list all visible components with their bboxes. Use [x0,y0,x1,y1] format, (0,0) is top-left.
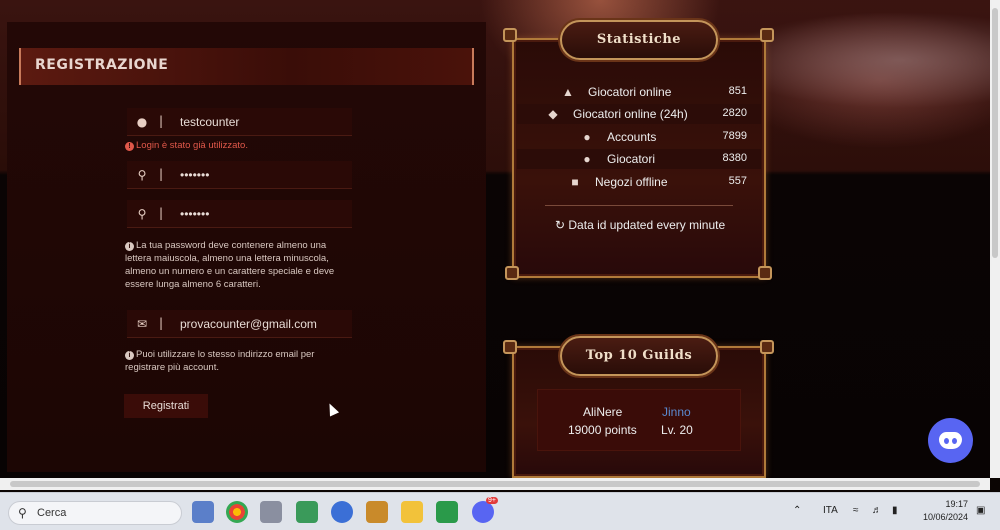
username-error: ! Login è stato già utilizzato. [125,140,248,151]
armor-icon: ▲ [562,85,574,99]
stat-value: 8380 [722,152,747,164]
password-info: i La tua password deve contenere almeno u… [125,239,355,291]
password-field[interactable]: ⚲ | ••••••• [127,161,352,189]
stats-title: Statistiche [560,20,718,60]
confirm-password-value[interactable]: ••••••• [180,207,209,221]
username-field[interactable]: ● | testcounter [127,108,352,136]
info-icon: i [125,242,134,251]
stat-row: ■ Negozi offline 557 [517,172,761,192]
scrollbar-thumb[interactable] [10,481,980,487]
confirm-password-field[interactable]: ⚲ | ••••••• [127,200,352,228]
stats-updated-text: Data id updated every minute [568,218,726,232]
registration-title: REGISTRAZIONE [35,57,169,73]
chevron-up-icon[interactable]: ⌃ [793,505,801,516]
shop-icon: ■ [571,175,579,189]
stat-row: ▲ Giocatori online 851 [517,82,761,102]
app-icon[interactable] [296,501,318,523]
app-icon[interactable] [436,501,458,523]
stat-value: 851 [728,85,747,97]
stat-label: Giocatori online [588,85,672,99]
guild-card[interactable] [537,389,741,451]
info-icon: i [125,351,134,360]
search-icon: ⚲ [18,506,27,520]
stat-row: ◆ Giocatori online (24h) 2820 [517,104,761,124]
users-icon: ● [583,130,591,144]
username-error-text: Login è stato già utilizzato. [136,140,248,151]
guild-name: AliNere [583,405,623,419]
stats-divider [545,205,733,206]
shield-icon: ◆ [548,107,558,121]
ornament-icon [758,266,772,280]
envelope-icon: ✉ [136,317,148,331]
users-icon: ● [583,152,591,166]
taskbar-search[interactable]: ⚲ Cerca [8,501,182,525]
wifi-icon[interactable]: ≈ [853,505,859,516]
guild-level: Lv. 20 [661,423,693,437]
taskbar: ⚲ Cerca 9+ ⌃ ITA ≈ ♬ ▮ 19:17 10/06/2024 … [0,492,1000,530]
email-info-text: Puoi utilizzare lo stesso indirizzo emai… [125,349,315,373]
clock[interactable]: 19:17 10/06/2024 [918,498,968,524]
search-placeholder: Cerca [37,507,67,519]
notification-icon[interactable]: ▣ [976,505,985,516]
scrollbar-thumb[interactable] [992,8,998,258]
password-info-text: La tua password deve contenere almeno un… [125,240,335,290]
error-icon: ! [125,142,134,151]
field-separator: | [159,167,164,181]
stat-label: Giocatori [607,152,656,166]
chrome-app-icon[interactable] [226,501,248,523]
refresh-icon: ↻ [555,218,569,232]
stat-value: 7899 [722,130,747,142]
horizontal-scrollbar[interactable] [0,478,990,490]
discord-eye [944,438,949,444]
discord-app-icon[interactable] [472,501,494,523]
guild-leader-link[interactable]: Jinno [662,405,691,419]
stat-value: 557 [728,175,747,187]
stat-value: 2820 [722,107,747,119]
email-info: i Puoi utilizzare lo stesso indirizzo ema… [125,348,355,374]
username-value[interactable]: testcounter [180,115,239,129]
stat-label: Negozi offline [595,175,668,189]
key-icon: ⚲ [137,207,147,221]
ornament-icon [760,340,774,354]
registration-header: REGISTRAZIONE [19,48,474,85]
ornament-icon [760,28,774,42]
stat-label: Accounts [607,130,657,144]
guild-points: 19000 points [568,423,637,437]
discord-icon [939,432,962,449]
app-icon[interactable] [331,501,353,523]
password-value[interactable]: ••••••• [180,168,209,182]
user-icon: ● [136,115,148,129]
stats-updated: ↻ Data id updated every minute [555,218,725,232]
volume-icon[interactable]: ♬ [872,505,882,516]
file-explorer-app-icon[interactable] [192,501,214,523]
email-field[interactable]: ✉ | provacounter@gmail.com [127,310,352,338]
vertical-scrollbar[interactable] [990,0,1000,478]
guilds-title: Top 10 Guilds [560,336,718,376]
field-separator: | [159,114,164,128]
stat-label: Giocatori online (24h) [573,107,688,121]
clock-date: 10/06/2024 [922,512,968,522]
ornament-icon [503,340,517,354]
language-indicator[interactable]: ITA [823,505,838,516]
battery-icon[interactable]: ▮ [892,505,898,516]
app-icon[interactable] [366,501,388,523]
clock-time: 19:17 [945,499,968,509]
discord-eye [952,438,957,444]
register-button[interactable]: Registrati [124,394,208,418]
ornament-icon [503,28,517,42]
app-icon[interactable] [260,501,282,523]
key-icon: ⚲ [137,168,147,182]
folder-app-icon[interactable] [401,501,423,523]
discord-button[interactable] [928,418,973,463]
email-value[interactable]: provacounter@gmail.com [180,317,317,331]
ornament-icon [505,266,519,280]
field-separator: | [159,316,164,330]
discord-badge: 9+ [486,497,498,504]
stat-row: ● Accounts 7899 [517,127,761,147]
stat-row: ● Giocatori 8380 [517,149,761,169]
field-separator: | [159,206,164,220]
